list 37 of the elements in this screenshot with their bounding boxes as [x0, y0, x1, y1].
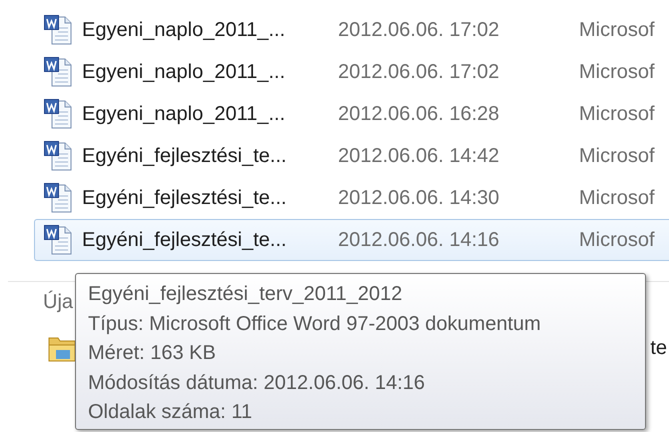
file-name: Egyéni_fejlesztési_te... [82, 186, 288, 210]
tooltip-text: Méret: 163 KB [88, 341, 217, 366]
file-row[interactable]: Egyeni_naplo_2011_... 2012.06.06. 17:02 Microsof [34, 51, 669, 93]
file-row[interactable]: Egyéni_fejlesztési_te... 2012.06.06. 14:30 Microsof [34, 177, 669, 219]
tooltip-text: Egyéni_fejlesztési_terv_2011_2012 [88, 282, 404, 307]
word-document-icon [43, 224, 73, 256]
modified-date: 2012.06.06. 17:02 [338, 18, 500, 42]
tooltip-text: Típus: Microsoft Office Word 97-2003 dokumentum [88, 312, 542, 336]
file-type: Microsof [579, 228, 655, 252]
word-document-icon [43, 182, 73, 214]
modified-date: 2012.06.06. 16:28 [338, 102, 500, 126]
tooltip-text: Módosítás dátuma: 2012.06.06. 14:16 [88, 370, 426, 396]
file-type: Microsof [579, 102, 655, 126]
file-type: Microsof [579, 186, 655, 210]
file-row[interactable]: Egyeni_naplo_2011_... 2012.06.06. 17:02 Microsof [34, 9, 669, 51]
word-document-icon [43, 98, 73, 130]
file-name: Egyéni_fejlesztési_te... [82, 228, 288, 252]
tooltip-text: Oldalak száma: 11 [88, 400, 254, 425]
file-type: Microsof [579, 144, 655, 168]
word-document-icon [43, 56, 73, 88]
file-name: Egyeni_naplo_2011_... [82, 18, 286, 42]
file-type: Microsof [579, 60, 655, 84]
file-row[interactable]: Egyéni_fejlesztési_te... 2012.06.06. 14:42 Microsof [34, 135, 669, 177]
modified-date: 2012.06.06. 14:30 [338, 186, 500, 210]
file-name: Egyeni_naplo_2011_... [82, 60, 286, 84]
file-name: Egyeni_naplo_2011_... [82, 102, 286, 126]
file-type: Microsof [579, 18, 655, 42]
modified-date: 2012.06.06. 17:02 [338, 60, 500, 84]
modified-date: 2012.06.06. 14:42 [338, 144, 500, 168]
file-name: Egyéni_fejlesztési_te... [82, 144, 288, 168]
modified-date: 2012.06.06. 14:16 [338, 228, 500, 252]
section-label: Úja [43, 290, 74, 314]
file-row[interactable]: Egyeni_naplo_2011_... 2012.06.06. 16:28 Microsof [34, 93, 669, 135]
folder-name[interactable]: te [650, 336, 669, 360]
word-document-icon [43, 140, 73, 172]
word-document-icon [43, 14, 73, 46]
file-row[interactable]: Egyéni_fejlesztési_te... 2012.06.06. 14:16 Microsof [34, 219, 669, 261]
